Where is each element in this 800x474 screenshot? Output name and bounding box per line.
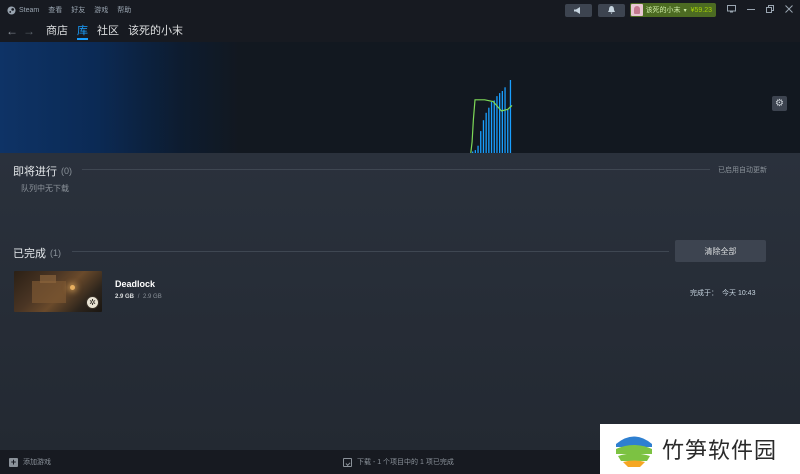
add-game-label: 添加游戏 [23, 459, 51, 466]
gear-icon: ⚙ [775, 98, 784, 109]
announcements-button[interactable] [564, 3, 592, 17]
steam-logo-icon [7, 5, 16, 15]
game-name[interactable]: Deadlock [115, 279, 155, 289]
nav-library[interactable]: 库 [77, 20, 88, 42]
game-thumbnail[interactable]: ✲ [14, 271, 102, 312]
account-menu[interactable]: 该死的小末 ▾ ¥59.23 [629, 3, 716, 17]
completed-count: (1) [50, 248, 61, 258]
minimize-icon [746, 9, 755, 10]
nav-bar: ← → 商店 库 社区 该死的小末 [0, 20, 800, 42]
graph-bar [501, 91, 503, 153]
notifications-button[interactable] [597, 3, 625, 17]
graph-bar [509, 80, 512, 153]
restore-button[interactable] [760, 5, 779, 15]
bell-icon [607, 6, 615, 14]
total-size: 2.9 GB [143, 294, 162, 300]
queue-section-title: 即将进行 (0) [13, 163, 72, 179]
menu-games[interactable]: 游戏 [94, 5, 108, 15]
game-size: 2.9 GB / 2.9 GB [115, 294, 162, 300]
queue-count: (0) [61, 166, 72, 176]
steam-menu-label: Steam [19, 6, 40, 14]
menu-view[interactable]: 查看 [48, 5, 62, 15]
graph-bar [482, 120, 485, 153]
completed-badge-icon: ✲ [86, 296, 99, 309]
graph-bar [507, 109, 509, 153]
forward-arrow-icon[interactable]: → [23, 24, 35, 38]
close-button[interactable] [779, 5, 798, 15]
queue-empty-text: 队列中无下载 [21, 184, 69, 193]
graph-bar [490, 101, 493, 153]
megaphone-icon [574, 6, 581, 14]
nav-profile[interactable]: 该死的小末 [128, 20, 183, 42]
graph-bar [493, 100, 495, 153]
avatar [630, 4, 643, 16]
graph-settings-button[interactable]: ⚙ [772, 96, 787, 111]
nav-store[interactable]: 商店 [46, 20, 68, 42]
watermark-logo-icon [615, 430, 653, 468]
wallet-balance: ¥59.23 [690, 6, 712, 14]
completed-title: 已完成 [13, 248, 46, 260]
close-icon [784, 5, 793, 13]
completed-time-value: 今天 10:43 [722, 290, 756, 297]
download-check-icon [343, 457, 352, 467]
graph-bar [485, 112, 487, 153]
nav-community[interactable]: 社区 [97, 20, 119, 42]
downloaded-size: 2.9 GB [115, 294, 135, 300]
watermark-text: 竹笋软件园 [662, 438, 778, 463]
auto-update-status: 已启用自动更新 [718, 167, 767, 174]
menu-help[interactable]: 帮助 [117, 5, 131, 15]
graph-bar [477, 145, 479, 153]
restore-icon [765, 5, 774, 13]
completed-time: 完成于： 今天 10:43 [690, 288, 755, 298]
clear-all-button[interactable]: 清除全部 [675, 240, 766, 262]
completed-section-title: 已完成 (1) [13, 245, 61, 261]
download-status-text: 下载 - 1 个项目中的 1 项已完成 [357, 459, 454, 466]
steam-menu[interactable]: Steam [7, 5, 40, 15]
graph-bar [488, 107, 490, 153]
minimize-button[interactable] [741, 5, 760, 15]
watermark: 竹笋软件园 [600, 424, 800, 474]
completed-time-label: 完成于： [690, 290, 718, 297]
download-status[interactable]: 下载 - 1 个项目中的 1 项已完成 [343, 457, 454, 467]
downloads-content: 即将进行 (0) 已启用自动更新 队列中无下载 已完成 (1) 清除全部 ✲ D… [0, 153, 800, 450]
queue-divider [82, 169, 710, 170]
add-game-button[interactable]: + 添加游戏 [9, 457, 51, 467]
graph-bar [504, 87, 506, 153]
big-picture-button[interactable] [722, 5, 741, 15]
chevron-down-icon: ▾ [683, 7, 687, 14]
completed-divider [72, 251, 669, 252]
size-separator: / [137, 294, 140, 300]
menu-friends[interactable]: 好友 [71, 5, 85, 15]
download-speed-chart [470, 80, 513, 153]
download-graph: ⚙ [0, 42, 800, 153]
back-arrow-icon[interactable]: ← [6, 24, 18, 38]
screen-icon [727, 5, 736, 13]
graph-bar [480, 131, 482, 153]
plus-icon: + [9, 456, 18, 467]
graph-bar [499, 93, 501, 153]
account-username: 该死的小末 [645, 7, 681, 14]
queue-title: 即将进行 [13, 166, 57, 178]
menu-bar: Steam 查看 好友 游戏 帮助 该死的小末 ▾ ¥59.23 [0, 0, 800, 20]
